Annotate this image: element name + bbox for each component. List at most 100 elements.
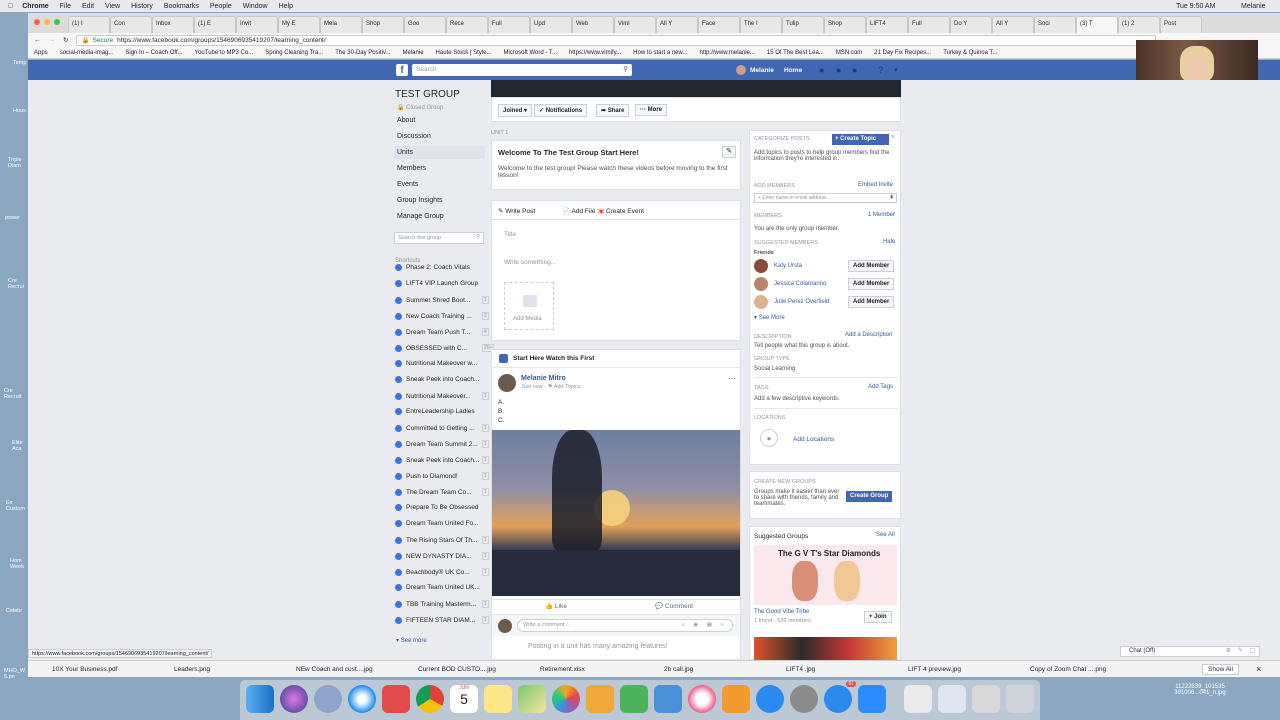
shortcut-item[interactable]: Push to Diamond! 1	[395, 472, 489, 480]
download-item[interactable]: Retirement.xlsx	[540, 666, 585, 673]
desktop-label[interactable]: Temp	[13, 60, 26, 66]
join-group-button[interactable]: + Join	[864, 611, 892, 623]
browser-tab[interactable]: (1) E	[194, 16, 236, 33]
shortcut-item[interactable]: Dream Team Push T... 4	[395, 328, 489, 336]
forward-icon[interactable]: →	[49, 37, 56, 44]
browser-tab[interactable]: Face	[698, 16, 740, 33]
profile-avatar[interactable]	[736, 65, 746, 75]
post-time[interactable]: Just now	[521, 384, 543, 390]
bookmark-item[interactable]: MSN.com	[836, 50, 862, 56]
documents-stack-icon[interactable]	[938, 685, 966, 713]
menu-window[interactable]: Window	[243, 3, 268, 10]
add-file-tab[interactable]: 📄 Add File	[562, 207, 595, 215]
post-options-icon[interactable]: ···	[728, 374, 736, 383]
help-icon[interactable]: ?	[878, 65, 883, 75]
safari-icon[interactable]	[348, 685, 376, 713]
add-description-link[interactable]: Add a Description	[845, 332, 892, 338]
browser-tab[interactable]: (3) T	[1076, 16, 1118, 33]
bookmark-item[interactable]: Sign In – Coach Off...	[125, 50, 182, 56]
browser-tab[interactable]: Rece	[446, 16, 488, 33]
browser-tab[interactable]: (1) 2	[1118, 16, 1160, 33]
messages-icon[interactable]: 81	[824, 681, 856, 713]
browser-tab[interactable]: Shop	[362, 16, 404, 33]
expand-icon[interactable]: ▢	[1249, 647, 1255, 654]
shortcut-item[interactable]: The Rising Stars Of Th... 1	[395, 536, 489, 544]
presentation-icon[interactable]	[654, 685, 682, 713]
group-name[interactable]: TEST GROUP	[395, 89, 460, 100]
bookmark-item[interactable]: Melanie	[403, 50, 424, 56]
desktop-label[interactable]: Cre Recruit	[4, 388, 28, 400]
bookmark-item[interactable]: Microsoft Word - T...	[503, 50, 556, 56]
browser-tab[interactable]: Do Y	[950, 16, 992, 33]
chat-bar[interactable]: Chat (Off) ⚙ ✎ ▢	[1120, 646, 1260, 657]
keynote-icon[interactable]	[586, 685, 614, 713]
shortcut-item[interactable]: Nutritional Makeover... 1	[395, 392, 489, 400]
numbers-icon[interactable]	[620, 685, 648, 713]
close-icon[interactable]: ×	[1256, 664, 1261, 674]
see-more-members-link[interactable]: ▾ See More	[754, 314, 785, 321]
suggested-group-image[interactable]: The G V T's Star Diamonds	[754, 545, 897, 605]
suggested-member-avatar[interactable]	[754, 295, 768, 309]
browser-tab[interactable]: All Y	[656, 16, 698, 33]
gif-icon[interactable]: ▦	[707, 622, 712, 628]
menu-app-name[interactable]: Chrome	[22, 3, 48, 10]
comment-button[interactable]: 💬 Comment	[655, 602, 693, 610]
download-item[interactable]: LIFT 4 preview.jpg	[908, 666, 961, 673]
shortcut-item[interactable]: The Dream Team Co... 1	[395, 488, 489, 496]
add-member-input[interactable]: + Enter name or email address... ▮	[754, 193, 897, 203]
search-icon[interactable]: ⚲	[623, 65, 628, 73]
shortcut-item[interactable]: EntreLeadership Ladies	[395, 408, 480, 415]
download-item[interactable]: LIFT4 .jpg	[786, 666, 815, 673]
cover-photo[interactable]	[491, 80, 901, 97]
camera-icon[interactable]: ◉	[693, 622, 698, 628]
nav-members[interactable]: Members	[397, 165, 426, 172]
zoom-window-icon[interactable]	[54, 19, 60, 25]
sticker-icon[interactable]: ☺	[719, 622, 725, 628]
browser-tab[interactable]: Web	[572, 16, 614, 33]
add-tags-link[interactable]: Add Tags	[868, 384, 893, 390]
add-member-button[interactable]: Add Member	[848, 260, 895, 272]
create-event-tab[interactable]: ▣ Create Event	[598, 207, 644, 215]
suggested-member-avatar[interactable]	[754, 277, 768, 291]
apple-icon[interactable]: 	[8, 3, 13, 10]
shortcut-item[interactable]: Prepare To Be Obsessed	[395, 504, 480, 511]
desktop-label[interactable]: Hous	[13, 108, 26, 114]
messenger-icon[interactable]: ●	[836, 65, 841, 75]
nav-events[interactable]: Events	[397, 181, 418, 188]
desktop-file-label[interactable]: 11222839_101535 391006...041_n.jpg	[1150, 684, 1250, 696]
more-button[interactable]: ··· More	[635, 104, 668, 116]
url-field[interactable]: 🔒 Secure https://www.facebook.com/groups…	[76, 34, 1157, 46]
address-book-icon[interactable]: ▮	[890, 194, 893, 200]
apps-bookmark[interactable]: Apps	[34, 50, 48, 56]
like-button[interactable]: 👍 Like	[545, 602, 567, 610]
create-group-button[interactable]: Create Group	[846, 491, 893, 502]
group-search-input[interactable]: Search this group ⚲	[394, 232, 484, 244]
nav-manage-group[interactable]: Manage Group	[397, 213, 444, 220]
reload-icon[interactable]: ↻	[63, 36, 68, 44]
bookmark-item[interactable]: Haute Stock | Style...	[436, 50, 492, 56]
browser-tab[interactable]: Inbox	[152, 16, 194, 33]
bookmark-item[interactable]: social-media-imag...	[60, 50, 114, 56]
joined-button[interactable]: Joined ▾	[498, 104, 533, 117]
itunes-icon[interactable]	[688, 685, 716, 713]
download-item[interactable]: Leaders.png	[174, 666, 210, 673]
chrome-icon[interactable]	[416, 685, 444, 713]
embed-invite-link[interactable]: Embed Invite	[858, 182, 893, 188]
zoom-icon[interactable]	[858, 685, 886, 713]
browser-tab[interactable]: Full	[908, 16, 950, 33]
menu-bookmarks[interactable]: Bookmarks	[164, 3, 199, 10]
desktop-label[interactable]: Cre Recrui	[8, 278, 28, 290]
notes-icon[interactable]	[484, 685, 512, 713]
menu-file[interactable]: File	[60, 3, 71, 10]
comment-input[interactable]: Write a comment... ☺ ◉ ▦ ☺	[517, 619, 733, 632]
suggested-member-name[interactable]: Julie Perez Overfield	[774, 299, 829, 305]
suggested-group-image-2[interactable]	[754, 637, 897, 660]
write-post-tab[interactable]: ✎ Write Post	[498, 207, 535, 215]
emoji-icon[interactable]: ☺	[680, 622, 686, 628]
add-member-button[interactable]: Add Member	[848, 296, 895, 308]
desktop-label[interactable]: Celebr	[6, 608, 22, 614]
download-item[interactable]: Current BOD CUSTO....jpg	[418, 666, 496, 673]
shortcut-item[interactable]: Nutritional Makeover w...	[395, 360, 480, 367]
browser-tab[interactable]: Invit	[236, 16, 278, 33]
shortcuts-see-more[interactable]: ▾ See more	[396, 637, 427, 644]
